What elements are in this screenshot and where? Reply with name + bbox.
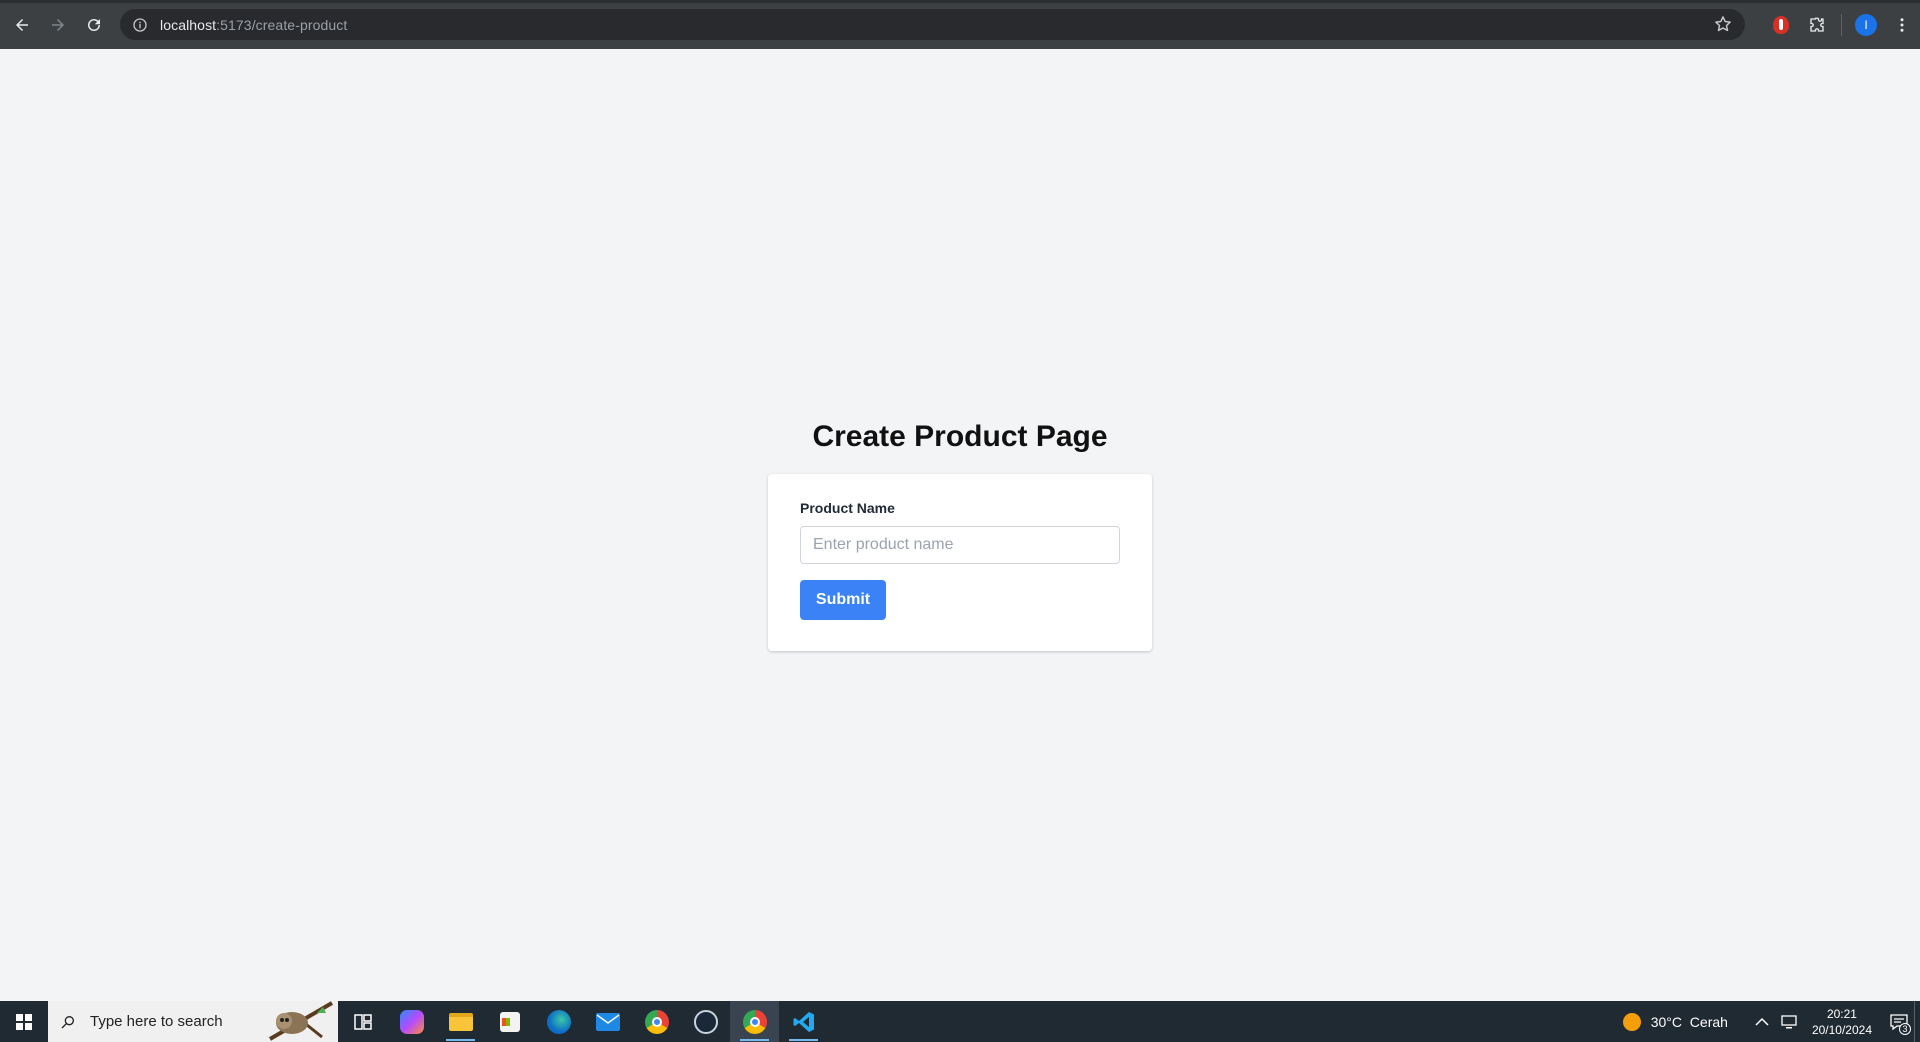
- system-tray: 30°C Cerah 20:21 20/10/2024 3: [1622, 1001, 1920, 1042]
- extension-area: I: [1763, 0, 1920, 49]
- search-highlight-sloth-icon: [268, 1001, 334, 1041]
- chrome-app-active[interactable]: [730, 1001, 779, 1042]
- puzzle-icon[interactable]: [1799, 7, 1835, 43]
- menu-dots-icon[interactable]: [1884, 7, 1920, 43]
- profile-button[interactable]: I: [1848, 7, 1884, 43]
- forward-icon: [52, 18, 64, 31]
- network-icon[interactable]: [1776, 1001, 1804, 1042]
- vscode-app[interactable]: [779, 1001, 828, 1042]
- clock-date: 20/10/2024: [1811, 1022, 1872, 1037]
- windows-logo-icon: [16, 1013, 32, 1030]
- chrome-icon: [644, 1009, 669, 1034]
- mail-icon: [595, 1012, 620, 1031]
- clock[interactable]: 20:21 20/10/2024: [1812, 1006, 1872, 1038]
- product-name-label: Product Name: [800, 500, 895, 516]
- page-content: Create Product Page Product Name Submit: [0, 49, 1920, 1001]
- mail-app[interactable]: [583, 1001, 632, 1042]
- chrome-icon: [742, 1009, 767, 1034]
- url-path: :5173/create-product: [216, 16, 348, 33]
- browser-toolbar: localhost:5173/create-product I: [0, 0, 1920, 49]
- extension-icon[interactable]: [1763, 7, 1799, 43]
- taskbar: Type here to search 30°C Cerah 20:21 20/…: [0, 1001, 1920, 1042]
- steam-icon: [693, 1009, 718, 1034]
- vscode-icon: [793, 1011, 814, 1032]
- copilot-app[interactable]: [387, 1001, 436, 1042]
- task-view-icon: [353, 1013, 372, 1030]
- reload-icon: [88, 18, 100, 31]
- notification-center-button[interactable]: 3: [1884, 1001, 1914, 1042]
- chevron-up-icon[interactable]: [1748, 1001, 1776, 1042]
- bookmark-star-icon[interactable]: [1713, 14, 1733, 34]
- url-text: localhost:5173/create-product: [160, 17, 347, 33]
- forward-button[interactable]: [40, 7, 76, 43]
- edge-app[interactable]: [534, 1001, 583, 1042]
- store-app[interactable]: [485, 1001, 534, 1042]
- store-icon: [499, 1011, 520, 1032]
- task-view-button[interactable]: [338, 1001, 387, 1042]
- avatar: I: [1855, 13, 1877, 36]
- create-product-form: Product Name Submit: [768, 474, 1152, 651]
- product-name-input[interactable]: [800, 526, 1120, 564]
- reload-button[interactable]: [76, 7, 112, 43]
- weather-desc: Cerah: [1689, 1013, 1728, 1030]
- submit-button[interactable]: Submit: [800, 580, 886, 620]
- show-desktop-button[interactable]: [1914, 1001, 1920, 1042]
- copilot-icon: [399, 1009, 424, 1034]
- weather-temp: 30°C: [1650, 1013, 1683, 1030]
- address-bar[interactable]: localhost:5173/create-product: [120, 9, 1745, 40]
- folder-icon: [448, 1012, 473, 1031]
- steam-app[interactable]: [681, 1001, 730, 1042]
- url-host: localhost: [160, 16, 217, 33]
- weather-widget[interactable]: 30°C Cerah: [1651, 1014, 1728, 1030]
- search-placeholder: Type here to search: [90, 1013, 223, 1030]
- edge-icon: [546, 1009, 571, 1034]
- start-button[interactable]: [0, 1001, 48, 1042]
- chrome-app[interactable]: [632, 1001, 681, 1042]
- toolbar-divider: [1841, 13, 1842, 36]
- back-icon: [16, 18, 28, 31]
- file-explorer-app[interactable]: [436, 1001, 485, 1042]
- search-icon: [61, 1015, 74, 1028]
- weather-sun-icon[interactable]: [1622, 1012, 1641, 1031]
- page-title: Create Product Page: [812, 420, 1108, 453]
- clock-time: 20:21: [1826, 1006, 1857, 1021]
- taskbar-search[interactable]: Type here to search: [48, 1001, 338, 1042]
- site-info-icon[interactable]: [130, 15, 150, 35]
- notification-count-badge: 3: [1899, 1023, 1911, 1035]
- back-button[interactable]: [4, 7, 40, 43]
